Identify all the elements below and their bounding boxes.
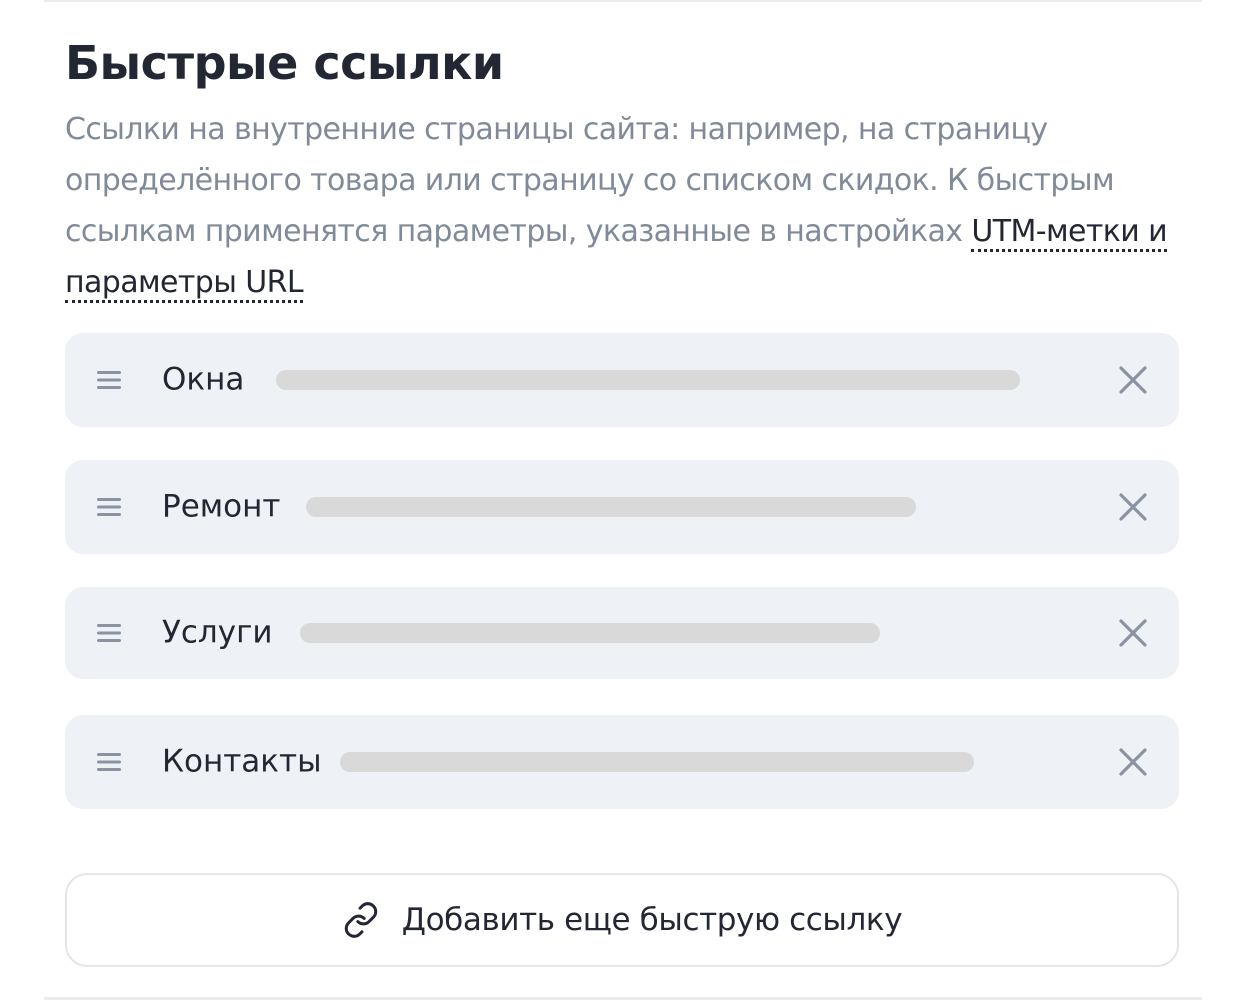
close-icon[interactable]	[1115, 489, 1151, 525]
drag-handle-icon[interactable]	[95, 619, 123, 647]
quick-link-url-placeholder	[306, 497, 916, 517]
quick-link-row[interactable]: Ремонт	[65, 460, 1179, 554]
quick-link-row[interactable]: Контакты	[65, 715, 1179, 809]
quick-link-url-placeholder	[276, 370, 1020, 390]
quick-links-section: Быстрые ссылки Ссылки на внутренние стра…	[65, 34, 1179, 308]
close-icon[interactable]	[1115, 744, 1151, 780]
description-text: Ссылки на внутренние страницы сайта: нап…	[65, 112, 1115, 249]
close-icon[interactable]	[1115, 615, 1151, 651]
quick-link-url-placeholder	[300, 623, 880, 643]
top-divider	[44, 0, 1202, 2]
quick-link-url-placeholder	[340, 752, 974, 772]
quick-links-list: Окна Ремонт Услуги Контакты	[65, 333, 1179, 842]
drag-handle-icon[interactable]	[95, 366, 123, 394]
quick-link-label: Окна	[162, 361, 245, 398]
quick-link-row[interactable]: Окна	[65, 333, 1179, 427]
quick-link-label: Контакты	[162, 743, 322, 780]
add-quick-link-button[interactable]: Добавить еще быструю ссылку	[65, 873, 1179, 967]
quick-link-row[interactable]: Услуги	[65, 587, 1179, 679]
quick-link-label: Ремонт	[162, 488, 281, 525]
link-icon	[342, 901, 380, 939]
drag-handle-icon[interactable]	[95, 493, 123, 521]
quick-link-label: Услуги	[162, 614, 273, 651]
drag-handle-icon[interactable]	[95, 748, 123, 776]
section-description: Ссылки на внутренние страницы сайта: нап…	[65, 104, 1179, 308]
close-icon[interactable]	[1115, 362, 1151, 398]
add-quick-link-label: Добавить еще быструю ссылку	[401, 902, 903, 938]
section-title: Быстрые ссылки	[65, 36, 504, 90]
